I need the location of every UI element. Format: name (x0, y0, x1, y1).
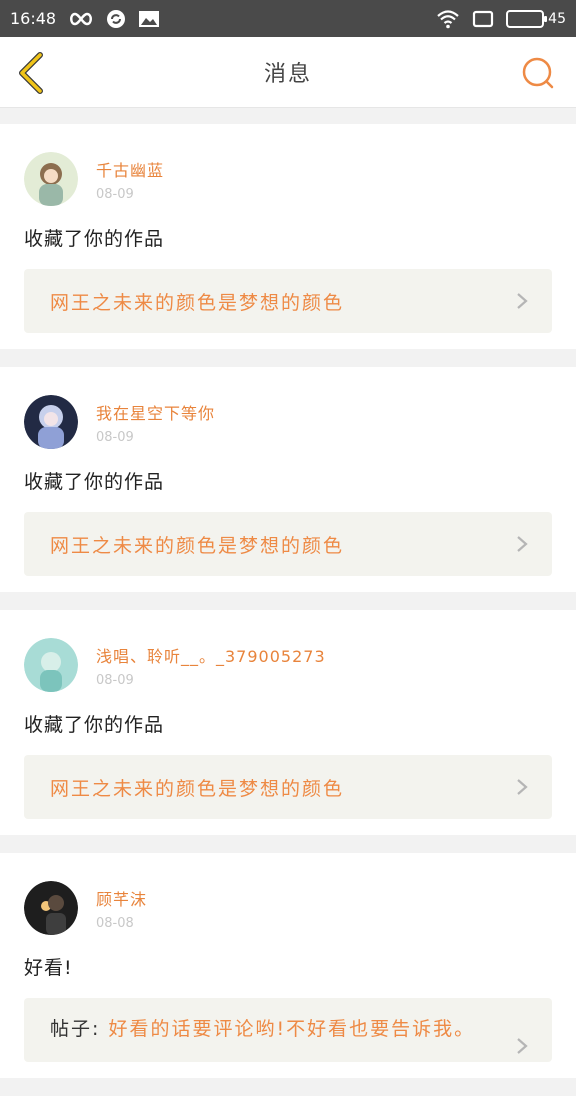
message-date: 08-09 (96, 672, 134, 688)
avatar[interactable] (24, 395, 78, 449)
message-card: 顾芊沫 08-08 好看! 帖子: 好看的话要评论哟!不好看也要告诉我。 (0, 853, 576, 1078)
status-time: 16:48 (10, 9, 57, 28)
message-feed: 千古幽蓝 08-09 收藏了你的作品 网王之未来的颜色是梦想的颜色 我在星空下等… (0, 124, 576, 1096)
search-button[interactable] (520, 55, 556, 91)
page-title: 消息 (263, 62, 312, 87)
chevron-right-icon (517, 779, 528, 795)
battery-icon: 45 (506, 9, 566, 28)
username[interactable]: 顾芊沫 (96, 886, 147, 910)
avatar[interactable] (24, 152, 78, 206)
post-title: 好看的话要评论哟!不好看也要告诉我。 (108, 1018, 476, 1040)
infinity-icon (68, 12, 94, 26)
sync-icon (106, 9, 126, 29)
username[interactable]: 我在星空下等你 (96, 400, 215, 424)
work-title: 网王之未来的颜色是梦想的颜色 (50, 534, 345, 557)
search-icon (522, 57, 554, 89)
chevron-right-icon (517, 1038, 528, 1054)
message-date: 08-09 (96, 186, 134, 202)
tablet-icon (472, 10, 494, 28)
wifi-icon (436, 9, 460, 29)
post-link[interactable]: 帖子: 好看的话要评论哟!不好看也要告诉我。 (24, 998, 552, 1062)
avatar[interactable] (24, 881, 78, 935)
message-card: 我在星空下等你 08-09 收藏了你的作品 网王之未来的颜色是梦想的颜色 (0, 367, 576, 592)
post-prefix: 帖子: (50, 1018, 101, 1040)
avatar[interactable] (24, 638, 78, 692)
username[interactable]: 千古幽蓝 (96, 157, 164, 181)
work-link[interactable]: 网王之未来的颜色是梦想的颜色 (24, 755, 552, 819)
chevron-right-icon (517, 293, 528, 309)
work-title: 网王之未来的颜色是梦想的颜色 (50, 291, 345, 314)
work-title: 网王之未来的颜色是梦想的颜色 (50, 777, 345, 800)
status-bar: 16:48 45 (0, 0, 576, 37)
message-date: 08-09 (96, 429, 134, 445)
action-text: 收藏了你的作品 (24, 714, 165, 736)
message-card: 浅唱、聆听__。_379005273 08-09 收藏了你的作品 网王之未来的颜… (0, 610, 576, 835)
nav-bar: 消息 (0, 37, 576, 108)
action-text: 收藏了你的作品 (24, 471, 165, 493)
chevron-right-icon (517, 536, 528, 552)
work-link[interactable]: 网王之未来的颜色是梦想的颜色 (24, 512, 552, 576)
message-card: 千古幽蓝 08-09 收藏了你的作品 网王之未来的颜色是梦想的颜色 (0, 124, 576, 349)
action-text: 好看! (24, 957, 73, 979)
action-text: 收藏了你的作品 (24, 228, 165, 250)
work-link[interactable]: 网王之未来的颜色是梦想的颜色 (24, 269, 552, 333)
chevron-left-icon (19, 52, 43, 94)
battery-level: 45 (548, 10, 566, 27)
back-button[interactable] (14, 51, 50, 95)
message-date: 08-08 (96, 915, 134, 931)
username[interactable]: 浅唱、聆听__。_379005273 (96, 643, 326, 667)
image-icon (138, 10, 160, 28)
